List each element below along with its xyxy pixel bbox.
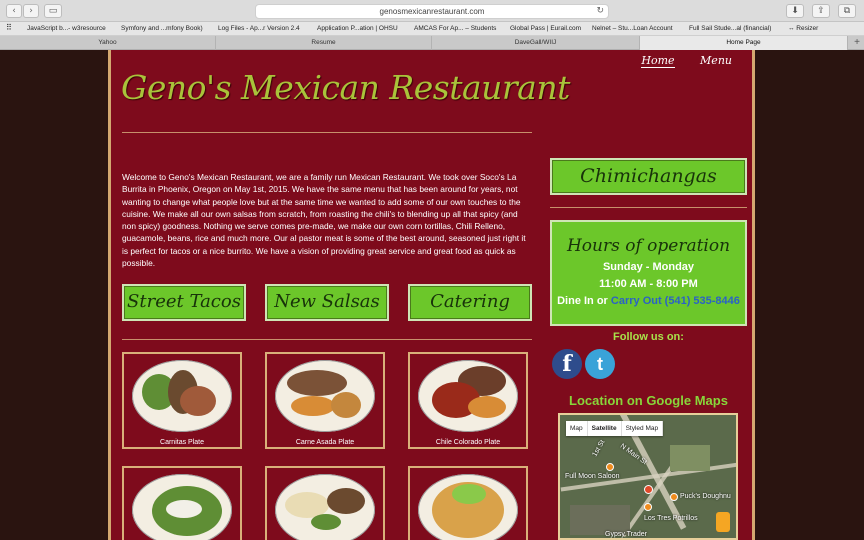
- food-card[interactable]: [408, 466, 528, 540]
- map-type-satellite[interactable]: Satellite: [588, 421, 622, 436]
- food-image: [418, 360, 518, 432]
- map-label: Full Moon Saloon: [565, 473, 620, 480]
- map-type-control[interactable]: Map Satellite Styled Map: [566, 421, 664, 436]
- hours-time: 11:00 AM - 8:00 PM: [599, 278, 698, 290]
- bookmark-item[interactable]: AMCAS For Ap... – Students: [414, 25, 496, 32]
- map-label: Los Tres Potrillos: [644, 515, 698, 522]
- divider: [122, 339, 532, 340]
- bookmark-item[interactable]: Log Files - Ap...r Version 2.4: [218, 25, 300, 32]
- poi-icon[interactable]: [606, 463, 614, 471]
- food-card[interactable]: [265, 466, 385, 540]
- share-icon[interactable]: ⇪: [812, 4, 830, 18]
- food-card-carnitas[interactable]: Carnitas Plate: [122, 352, 242, 449]
- map-label: Gypsy Trader: [605, 531, 648, 538]
- url-text: genosmexicanrestaurant.com: [379, 7, 485, 16]
- follow-us-label: Follow us on:: [613, 331, 684, 343]
- food-card[interactable]: [122, 466, 242, 540]
- reload-icon[interactable]: ↻: [596, 5, 604, 18]
- tab-davegall[interactable]: DaveGall/WIIJ: [432, 36, 640, 50]
- dine-in-line: Dine In or Carry Out (541) 535-8446: [552, 295, 745, 307]
- divider: [550, 207, 747, 208]
- map-label: 1st St: [591, 438, 607, 459]
- sidebar-icon[interactable]: ▭: [44, 4, 62, 18]
- map-type-map[interactable]: Map: [566, 421, 588, 436]
- dine-in-label: Dine In or: [557, 295, 608, 307]
- food-caption: Carne Asada Plate: [295, 439, 355, 446]
- poi-icon[interactable]: [644, 503, 652, 511]
- new-tab-button[interactable]: +: [854, 36, 860, 50]
- browser-toolbar: ‹ › ▭ genosmexicanrestaurant.com ↻ ⬇ ⇪ ⧉: [0, 0, 864, 22]
- download-icon[interactable]: ⬇: [786, 4, 804, 18]
- bookmark-item[interactable]: Symfony and ...mfony Book): [121, 25, 203, 32]
- address-bar[interactable]: genosmexicanrestaurant.com ↻: [255, 4, 609, 19]
- site-title: Geno's Mexican Restaurant: [121, 68, 570, 107]
- intro-text: Welcome to Geno's Mexican Restaurant, we…: [122, 172, 526, 269]
- restaurant-page: Home Menu Geno's Mexican Restaurant Welc…: [108, 50, 755, 540]
- map-section-title: Location on Google Maps: [569, 393, 728, 408]
- nav-menu[interactable]: Menu: [700, 54, 732, 67]
- map-label: Puck's Doughnu: [680, 493, 731, 500]
- back-button[interactable]: ‹: [6, 4, 22, 18]
- location-pin-icon[interactable]: [644, 485, 653, 494]
- food-image: [132, 360, 232, 432]
- food-caption: Chile Colorado Plate: [435, 439, 501, 446]
- tab-bar: Yahoo Resume DaveGall/WIIJ Home Page +: [0, 36, 864, 50]
- new-salsas-button[interactable]: New Salsas: [265, 284, 389, 321]
- tab-home-page[interactable]: Home Page: [640, 36, 848, 50]
- poi-icon[interactable]: [670, 493, 678, 501]
- bookmark-item[interactable]: Global Pass | Eurail.com: [510, 25, 581, 32]
- site-nav: Home Menu: [619, 54, 732, 68]
- food-image: [132, 474, 232, 540]
- food-image: [275, 474, 375, 540]
- hours-panel: Hours of operation Sunday - Monday 11:00…: [550, 220, 747, 326]
- bookmark-item[interactable]: Nelnet – Stu...Loan Account: [592, 25, 673, 32]
- twitter-icon[interactable]: t: [585, 349, 615, 379]
- tabs-overview-icon[interactable]: ⧉: [838, 4, 856, 18]
- bookmark-item[interactable]: Full Sail Stude...al (financial): [689, 25, 771, 32]
- food-card-chile-colorado[interactable]: Chile Colorado Plate: [408, 352, 528, 449]
- food-image: [275, 360, 375, 432]
- bookmark-item[interactable]: ↔ Resizer: [788, 25, 818, 32]
- street-tacos-button[interactable]: Street Tacos: [122, 284, 246, 321]
- nav-home[interactable]: Home: [641, 54, 675, 68]
- street-view-pegman-icon[interactable]: [716, 512, 730, 532]
- tab-resume[interactable]: Resume: [216, 36, 432, 50]
- food-card-carne-asada[interactable]: Carne Asada Plate: [265, 352, 385, 449]
- hours-title: Hours of operation: [566, 236, 731, 256]
- catering-button[interactable]: Catering: [408, 284, 532, 321]
- bookmark-item[interactable]: JavaScript b...- w3resource: [27, 25, 106, 32]
- apps-grid-icon[interactable]: ⠿: [6, 23, 12, 32]
- facebook-icon[interactable]: f: [552, 349, 582, 379]
- bookmarks-bar: ⠿ JavaScript b...- w3resource Symfony an…: [0, 22, 864, 36]
- bookmark-item[interactable]: Application P...ation | OHSU: [317, 25, 398, 32]
- divider: [122, 132, 532, 133]
- map-type-styled[interactable]: Styled Map: [622, 421, 664, 436]
- food-image: [418, 474, 518, 540]
- tab-yahoo[interactable]: Yahoo: [0, 36, 216, 50]
- forward-button[interactable]: ›: [23, 4, 39, 18]
- hours-days: Sunday - Monday: [602, 261, 695, 273]
- chimichangas-button[interactable]: Chimichangas: [550, 158, 747, 195]
- google-map[interactable]: Map Satellite Styled Map Full Moon Saloo…: [558, 413, 738, 540]
- carry-out-phone-link[interactable]: Carry Out (541) 535-8446: [611, 295, 740, 307]
- food-caption: Carnitas Plate: [160, 439, 204, 446]
